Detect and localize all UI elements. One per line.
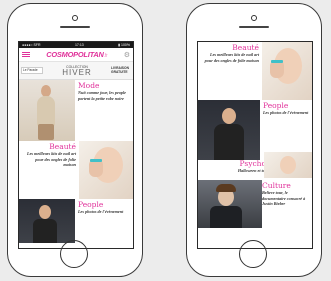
category-title: Psycho bbox=[239, 159, 266, 168]
article-card-people[interactable]: People Les photos de l'évènement bbox=[198, 100, 312, 160]
category-title: People bbox=[78, 200, 104, 209]
article-image-people bbox=[198, 100, 260, 160]
article-image-psycho bbox=[264, 152, 312, 178]
model-legs bbox=[38, 124, 54, 140]
singer-hair bbox=[216, 184, 236, 192]
article-card-mode[interactable]: Mode Nuit comme jour, les people portent… bbox=[19, 80, 133, 141]
home-button[interactable] bbox=[60, 240, 88, 268]
article-desc: Les photos de l'évènement bbox=[263, 110, 309, 116]
cosmopolitan-logo[interactable]: COSMOPOLITAN.fr bbox=[46, 50, 107, 59]
category-title: Mode bbox=[78, 81, 100, 90]
person-face bbox=[39, 205, 51, 219]
speaker-grille bbox=[60, 26, 90, 28]
banner-tag: Le Parade bbox=[21, 66, 43, 75]
time-text: 17:13 bbox=[74, 43, 84, 47]
logo-text: COSMOPOLITAN bbox=[46, 50, 104, 59]
article-text-mode: Mode Nuit comme jour, les people portent… bbox=[75, 80, 133, 141]
logo-suffix: .fr bbox=[103, 53, 108, 59]
category-title: Beauté bbox=[232, 43, 259, 52]
settings-icon[interactable]: ⚙ bbox=[124, 51, 130, 59]
article-card-culture[interactable]: Culture Believe tour, le documentaire co… bbox=[262, 181, 312, 228]
phone-screen-left: ●●●●○ SFR 17:13 ▮ 100% COSMOPOLITAN.fr ⚙… bbox=[18, 41, 134, 249]
person-face bbox=[222, 108, 236, 124]
nail-polish bbox=[90, 159, 102, 162]
camera-dot bbox=[251, 15, 257, 21]
menu-icon[interactable] bbox=[22, 51, 30, 58]
category-title: Culture bbox=[262, 181, 291, 190]
article-image-people bbox=[19, 199, 75, 243]
article-desc: Les meilleurs kits de nail art pour des … bbox=[204, 52, 259, 63]
app-header: COSMOPOLITAN.fr ⚙ bbox=[19, 48, 133, 62]
home-button[interactable] bbox=[239, 240, 267, 268]
article-text-people: People Les photos de l'évènement bbox=[75, 199, 133, 243]
article-image-beauty bbox=[79, 141, 133, 199]
psycho-face bbox=[280, 156, 296, 174]
article-text-beaute: Beauté Les meilleurs kits de nail art po… bbox=[19, 141, 79, 199]
battery-text: ▮ 100% bbox=[118, 43, 130, 47]
person-suit bbox=[33, 219, 57, 243]
article-desc: Les meilleurs kits de nail art pour des … bbox=[27, 151, 76, 167]
singer-body bbox=[210, 206, 242, 228]
article-text-beaute: Beauté Les meilleurs kits de nail art po… bbox=[198, 42, 262, 100]
article-card-people[interactable]: People Les photos de l'évènement bbox=[19, 199, 133, 243]
banner-collection-title: HIVER bbox=[62, 67, 92, 77]
category-title: Beauté bbox=[49, 142, 76, 151]
article-image-fashion bbox=[19, 80, 75, 141]
article-text-culture: Culture Believe tour, le documentaire co… bbox=[262, 181, 312, 206]
nail-polish bbox=[271, 60, 283, 63]
article-text-people: People Les photos de l'évènement bbox=[260, 100, 312, 160]
phone-left: ●●●●○ SFR 17:13 ▮ 100% COSMOPOLITAN.fr ⚙… bbox=[7, 3, 143, 277]
model-dress bbox=[37, 96, 55, 126]
person-suit bbox=[214, 124, 244, 160]
article-text-psycho: Psycho Halloween et toi bbox=[198, 159, 266, 174]
category-title: People bbox=[263, 101, 289, 110]
ad-banner[interactable]: Le Parade COLLECTION HIVER LIVRAISON GRA… bbox=[19, 62, 133, 80]
psycho-culture-stack: Psycho Halloween et toi Culture Believe … bbox=[198, 152, 312, 248]
article-desc: Nuit comme jour, les people portent la p… bbox=[78, 90, 127, 101]
banner-promo: LIVRAISON GRATUITE bbox=[111, 65, 129, 74]
article-card-beaute[interactable]: Beauté Les meilleurs kits de nail art po… bbox=[198, 42, 312, 100]
camera-dot bbox=[72, 15, 78, 21]
article-card-beaute[interactable]: Beauté Les meilleurs kits de nail art po… bbox=[19, 141, 133, 199]
article-image-culture bbox=[198, 180, 262, 228]
article-desc: Believe tour, le documentaire consacré à… bbox=[262, 190, 306, 206]
phone-right: Beauté Les meilleurs kits de nail art po… bbox=[186, 3, 322, 277]
article-desc: Halloween et toi bbox=[237, 168, 266, 174]
article-image-beauty bbox=[262, 42, 312, 100]
banner-title: COLLECTION HIVER bbox=[45, 65, 109, 77]
article-desc: Les photos de l'évènement bbox=[78, 209, 124, 215]
phone-screen-right: Beauté Les meilleurs kits de nail art po… bbox=[197, 41, 313, 249]
speaker-grille bbox=[239, 26, 269, 28]
carrier-text: ●●●●○ SFR bbox=[22, 43, 41, 47]
